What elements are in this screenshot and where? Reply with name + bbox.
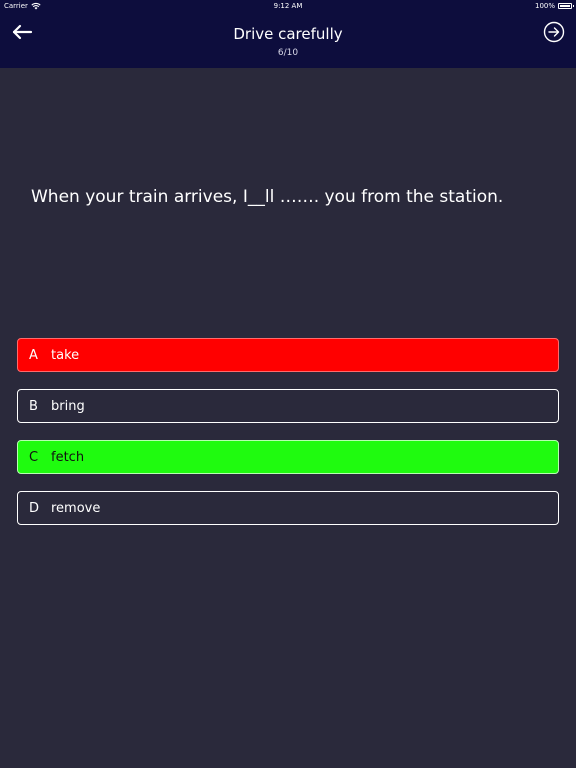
option-label: fetch bbox=[51, 449, 85, 465]
option-label: bring bbox=[51, 398, 85, 414]
page-title: Drive carefully bbox=[233, 25, 343, 43]
option-letter: A bbox=[29, 347, 38, 363]
next-button[interactable] bbox=[542, 21, 566, 47]
header-bar: Carrier 9:12 AM 100% Drive carefully 6/1… bbox=[0, 0, 576, 68]
battery-icon bbox=[558, 3, 574, 9]
option-a[interactable]: A take bbox=[17, 338, 559, 372]
option-letter: B bbox=[29, 398, 38, 414]
option-label: take bbox=[51, 347, 80, 363]
option-d[interactable]: D remove bbox=[17, 491, 559, 525]
status-time: 9:12 AM bbox=[273, 2, 303, 10]
question-text: When your train arrives, I__ll ……. you f… bbox=[31, 187, 504, 207]
option-c[interactable]: C fetch bbox=[17, 440, 559, 474]
battery-indicator: 100% bbox=[534, 0, 574, 12]
status-bar: Carrier 9:12 AM 100% bbox=[0, 0, 576, 12]
option-label: remove bbox=[51, 500, 101, 516]
option-b[interactable]: B bring bbox=[17, 389, 559, 423]
arrow-right-circle-icon bbox=[543, 21, 565, 47]
option-letter: C bbox=[29, 449, 39, 465]
answer-options: A take B bring C fetch D remove bbox=[17, 338, 559, 542]
question-progress: 6/10 bbox=[277, 48, 299, 58]
option-letter: D bbox=[29, 500, 40, 516]
battery-label: 100% bbox=[534, 2, 555, 10]
